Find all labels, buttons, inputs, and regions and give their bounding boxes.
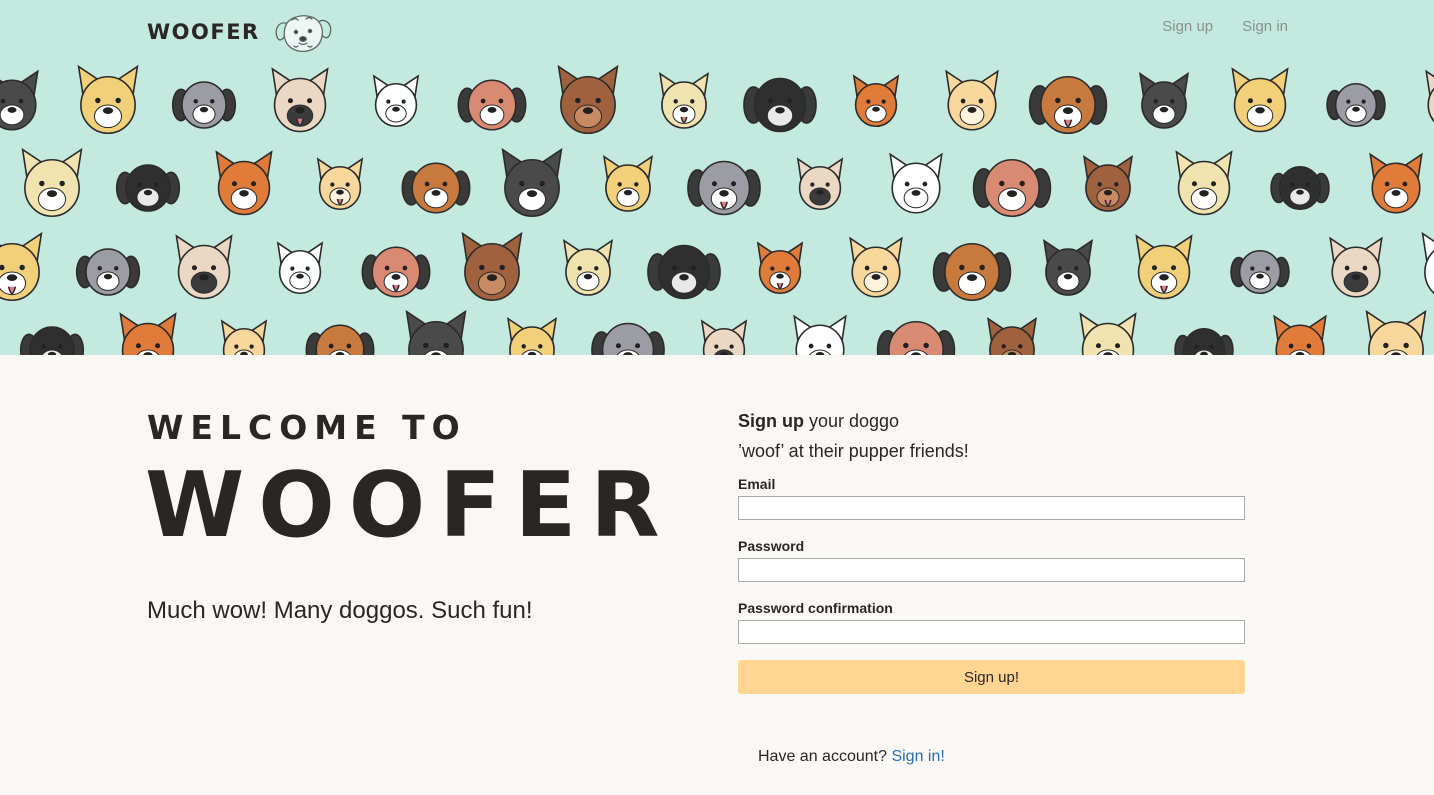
email-field[interactable] bbox=[738, 496, 1245, 520]
top-nav: Sign up Sign in bbox=[1162, 18, 1288, 35]
dog-face-icon bbox=[1270, 165, 1330, 211]
hero-banner: WOOFER Sign up Sign in bbox=[0, 0, 1434, 355]
signup-intro-line2: ’woof’ at their pupper friends! bbox=[738, 441, 969, 461]
brand[interactable]: WOOFER bbox=[147, 10, 334, 54]
dog-face-icon bbox=[1369, 152, 1423, 214]
dog-face-icon bbox=[501, 147, 563, 218]
dog-face-icon bbox=[77, 64, 139, 135]
have-account-prompt: Have an account? Sign in! bbox=[758, 748, 945, 766]
dog-face-icon bbox=[563, 239, 613, 296]
dog-face-icon bbox=[461, 231, 523, 302]
dog-face-icon bbox=[171, 81, 237, 129]
tagline: Much wow! Many doggos. Such fun! bbox=[147, 597, 533, 624]
dog-face-icon bbox=[115, 164, 181, 212]
dog-face-icon bbox=[1365, 309, 1427, 355]
dog-face-icon bbox=[647, 244, 721, 300]
dog-face-icon bbox=[687, 160, 761, 216]
dog-face-icon bbox=[271, 67, 329, 133]
dog-face-icon bbox=[1139, 72, 1189, 129]
password-confirmation-label: Password confirmation bbox=[738, 600, 893, 616]
dog-face-icon bbox=[659, 72, 709, 129]
dog-face-icon bbox=[1174, 327, 1234, 355]
dog-face-icon bbox=[0, 231, 43, 302]
dog-face-icon bbox=[603, 155, 653, 212]
dog-face-icon bbox=[119, 312, 177, 355]
dog-face-icon bbox=[305, 324, 375, 355]
signup-submit-button[interactable]: Sign up! bbox=[738, 660, 1245, 694]
password-label: Password bbox=[738, 538, 805, 554]
dog-face-icon bbox=[796, 157, 844, 211]
dog-face-icon bbox=[405, 309, 467, 355]
email-label: Email bbox=[738, 476, 776, 492]
dog-face-icon bbox=[1273, 314, 1327, 355]
dog-face-icon bbox=[1421, 231, 1434, 295]
password-confirmation-field[interactable] bbox=[738, 620, 1245, 644]
dog-face-icon bbox=[1043, 239, 1093, 296]
dog-head-logo-icon bbox=[275, 15, 332, 53]
have-account-text: Have an account? bbox=[758, 748, 887, 765]
dog-face-icon bbox=[987, 317, 1037, 355]
dog-face-icon bbox=[0, 69, 39, 131]
dog-face-icon bbox=[1175, 150, 1233, 216]
dog-face-icon bbox=[457, 79, 527, 131]
dog-face-icon bbox=[75, 248, 141, 296]
dog-face-icon bbox=[372, 74, 420, 128]
nav-signup-link[interactable]: Sign up bbox=[1162, 18, 1213, 35]
dog-face-icon bbox=[361, 246, 431, 298]
dog-face-icon bbox=[743, 77, 817, 133]
dog-face-icon bbox=[1329, 236, 1383, 298]
dog-face-icon bbox=[1079, 312, 1137, 355]
dog-face-icon bbox=[793, 314, 847, 355]
dog-face-icon bbox=[1231, 67, 1289, 133]
dog-face-icon bbox=[220, 319, 268, 355]
dog-face-icon bbox=[316, 157, 364, 211]
dog-face-icon bbox=[972, 158, 1052, 218]
dog-face-icon bbox=[276, 241, 324, 295]
dog-face-icon bbox=[1230, 249, 1290, 295]
password-field[interactable] bbox=[738, 558, 1245, 582]
page-title: WOOFER bbox=[145, 453, 674, 558]
welcome-heading: WELCOME TO bbox=[147, 408, 467, 447]
dog-face-icon bbox=[19, 326, 85, 355]
dog-face-icon bbox=[849, 236, 903, 298]
dog-face-icon bbox=[1135, 234, 1193, 300]
signup-intro-bold: Sign up bbox=[738, 411, 804, 431]
dog-face-icon bbox=[215, 150, 273, 216]
dog-face-icon bbox=[175, 234, 233, 300]
dog-face-icon bbox=[932, 242, 1012, 302]
dog-face-icon bbox=[1083, 155, 1133, 212]
signup-intro-rest: your doggo bbox=[804, 411, 900, 431]
dog-face-icon bbox=[756, 241, 804, 295]
dog-face-icon bbox=[507, 317, 557, 355]
dog-face-icon bbox=[889, 152, 943, 214]
signin-link[interactable]: Sign in! bbox=[891, 748, 944, 765]
brand-name[interactable]: WOOFER bbox=[147, 20, 260, 44]
dog-face-icon bbox=[1326, 82, 1386, 128]
dog-face-icon bbox=[401, 162, 471, 214]
signup-form: Sign up your doggo ’woof’ at their puppe… bbox=[738, 406, 1245, 694]
dog-face-icon bbox=[557, 64, 619, 135]
dog-face-icon bbox=[1425, 69, 1434, 123]
nav-signin-link[interactable]: Sign in bbox=[1242, 18, 1288, 35]
dog-face-icon bbox=[852, 74, 900, 128]
dog-face-icon bbox=[945, 69, 999, 131]
dog-face-icon bbox=[700, 319, 748, 355]
dog-face-icon bbox=[1028, 75, 1108, 135]
dog-face-icon bbox=[21, 147, 83, 218]
signup-intro: Sign up your doggo ’woof’ at their puppe… bbox=[738, 406, 1245, 466]
dog-face-icon bbox=[876, 320, 956, 355]
dog-face-icon bbox=[591, 322, 665, 355]
